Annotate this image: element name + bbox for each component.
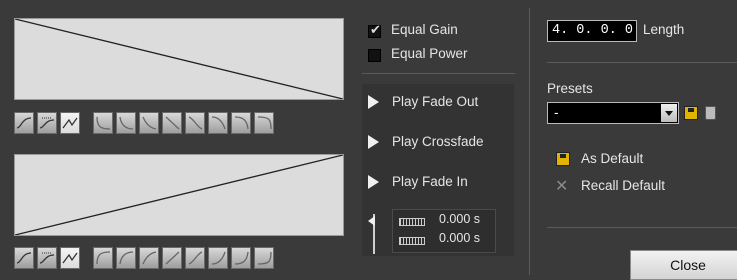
preset-curve-3-button[interactable] xyxy=(139,247,159,269)
recall-default-button[interactable]: Recall Default xyxy=(581,178,665,193)
presets-dropdown[interactable]: - xyxy=(547,102,679,124)
spline-interpolation-button[interactable] xyxy=(14,247,34,269)
play-fade-out-icon[interactable] xyxy=(368,95,379,109)
play-crossfade-button[interactable]: Play Crossfade xyxy=(392,134,484,149)
recall-icon: ✕ xyxy=(555,176,569,195)
preset-curve-3-button[interactable] xyxy=(139,112,159,134)
post-roll-icon xyxy=(399,237,425,245)
preset-curve-1-button[interactable] xyxy=(93,247,113,269)
close-button[interactable]: Close xyxy=(630,250,737,280)
damped-spline-interpolation-button[interactable] xyxy=(37,247,57,269)
save-preset-icon[interactable] xyxy=(684,106,698,120)
fade-out-curve-buttons xyxy=(14,109,277,137)
preset-curve-2-button[interactable] xyxy=(116,112,136,134)
preset-curve-8-button[interactable] xyxy=(254,112,274,134)
fade-out-curve-display[interactable] xyxy=(14,18,344,100)
pre-roll-icon xyxy=(399,218,425,226)
preview-volume-slider[interactable] xyxy=(368,210,380,254)
dropdown-arrow-button[interactable] xyxy=(661,104,677,122)
length-value: 4. 0. 0. 0 xyxy=(552,23,634,38)
play-crossfade-icon[interactable] xyxy=(368,135,379,149)
play-fade-in-icon[interactable] xyxy=(368,175,379,189)
presets-label: Presets xyxy=(547,81,593,96)
fade-in-curve-display[interactable] xyxy=(14,154,344,236)
presets-selected-value: - xyxy=(554,105,559,120)
play-fade-in-button[interactable]: Play Fade In xyxy=(392,174,468,189)
preset-curve-5-button[interactable] xyxy=(185,112,205,134)
length-input[interactable]: 4. 0. 0. 0 xyxy=(547,20,637,42)
pre-roll-time: 0.000 s xyxy=(439,212,481,226)
equal-gain-label: Equal Gain xyxy=(391,22,458,37)
defaults-divider xyxy=(547,227,737,228)
delete-preset-icon[interactable] xyxy=(705,106,716,120)
linear-interpolation-button[interactable] xyxy=(60,247,80,269)
spline-interpolation-button[interactable] xyxy=(14,112,34,134)
chevron-down-icon xyxy=(665,111,673,116)
post-roll-time: 0.000 s xyxy=(439,231,481,245)
vertical-divider xyxy=(529,8,530,275)
preset-curve-7-button[interactable] xyxy=(231,112,251,134)
preset-curve-4-button[interactable] xyxy=(162,112,182,134)
length-divider xyxy=(547,62,737,63)
linear-interpolation-button[interactable] xyxy=(60,112,80,134)
equal-power-checkbox[interactable] xyxy=(368,49,381,62)
preset-curve-8-button[interactable] xyxy=(254,247,274,269)
save-icon xyxy=(556,152,570,166)
damped-spline-interpolation-button[interactable] xyxy=(37,112,57,134)
fade-in-curve-buttons xyxy=(14,244,277,272)
as-default-button[interactable]: As Default xyxy=(581,151,643,166)
equal-power-label: Equal Power xyxy=(391,46,468,61)
slider-handle-icon[interactable] xyxy=(368,216,375,226)
preset-curve-4-button[interactable] xyxy=(162,247,182,269)
equal-gain-checkbox[interactable]: ✔ xyxy=(368,23,381,38)
checkmark-icon: ✔ xyxy=(370,23,381,38)
length-label: Length xyxy=(643,22,685,37)
preset-curve-2-button[interactable] xyxy=(116,247,136,269)
options-divider xyxy=(362,73,515,74)
preset-curve-1-button[interactable] xyxy=(93,112,113,134)
play-fade-out-button[interactable]: Play Fade Out xyxy=(392,94,478,109)
preset-curve-6-button[interactable] xyxy=(208,112,228,134)
preset-curve-7-button[interactable] xyxy=(231,247,251,269)
time-display: 0.000 s 0.000 s xyxy=(392,209,496,253)
preset-curve-5-button[interactable] xyxy=(185,247,205,269)
preset-curve-6-button[interactable] xyxy=(208,247,228,269)
